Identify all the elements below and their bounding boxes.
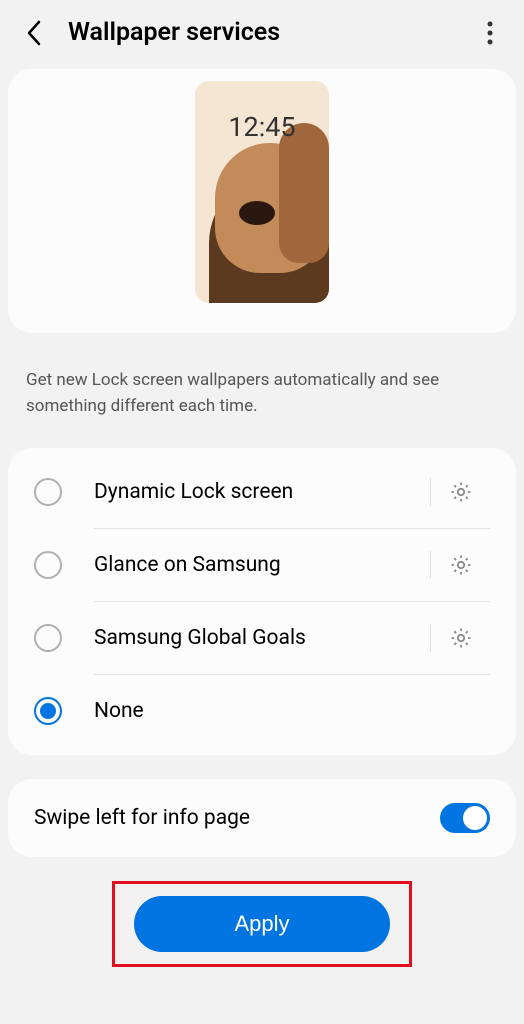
- settings-button[interactable]: [430, 478, 490, 506]
- back-button[interactable]: [20, 19, 48, 47]
- wallpaper-preview-card: 12:45: [8, 69, 516, 333]
- option-glance-on-samsung[interactable]: Glance on Samsung: [8, 529, 516, 601]
- preview-clock: 12:45: [195, 111, 329, 143]
- apply-highlight: Apply: [112, 881, 412, 967]
- option-label: Glance on Samsung: [94, 553, 412, 577]
- options-list: Dynamic Lock screen Glance on Samsung Sa…: [8, 448, 516, 755]
- option-samsung-global-goals[interactable]: Samsung Global Goals: [8, 602, 516, 674]
- gear-icon: [449, 553, 473, 577]
- swipe-info-setting: Swipe left for info page: [8, 779, 516, 857]
- page-title: Wallpaper services: [68, 18, 476, 47]
- more-vertical-icon: [487, 21, 493, 45]
- option-label: Dynamic Lock screen: [94, 480, 412, 504]
- more-button[interactable]: [476, 19, 504, 47]
- gear-icon: [449, 626, 473, 650]
- option-label: Samsung Global Goals: [94, 626, 412, 650]
- app-header: Wallpaper services: [0, 0, 524, 65]
- swipe-label: Swipe left for info page: [34, 806, 440, 830]
- radio-unchecked[interactable]: [34, 478, 62, 506]
- wallpaper-preview[interactable]: 12:45: [195, 81, 329, 303]
- radio-unchecked[interactable]: [34, 624, 62, 652]
- settings-button[interactable]: [430, 624, 490, 652]
- apply-button[interactable]: Apply: [134, 896, 390, 952]
- description-text: Get new Lock screen wallpapers automatic…: [0, 333, 524, 448]
- back-icon: [26, 20, 42, 46]
- radio-unchecked[interactable]: [34, 551, 62, 579]
- option-dynamic-lock-screen[interactable]: Dynamic Lock screen: [8, 456, 516, 528]
- settings-button[interactable]: [430, 551, 490, 579]
- option-label: None: [94, 699, 472, 723]
- radio-checked[interactable]: [34, 697, 62, 725]
- swipe-toggle[interactable]: [440, 803, 490, 833]
- option-none[interactable]: None: [8, 675, 516, 747]
- gear-icon: [449, 480, 473, 504]
